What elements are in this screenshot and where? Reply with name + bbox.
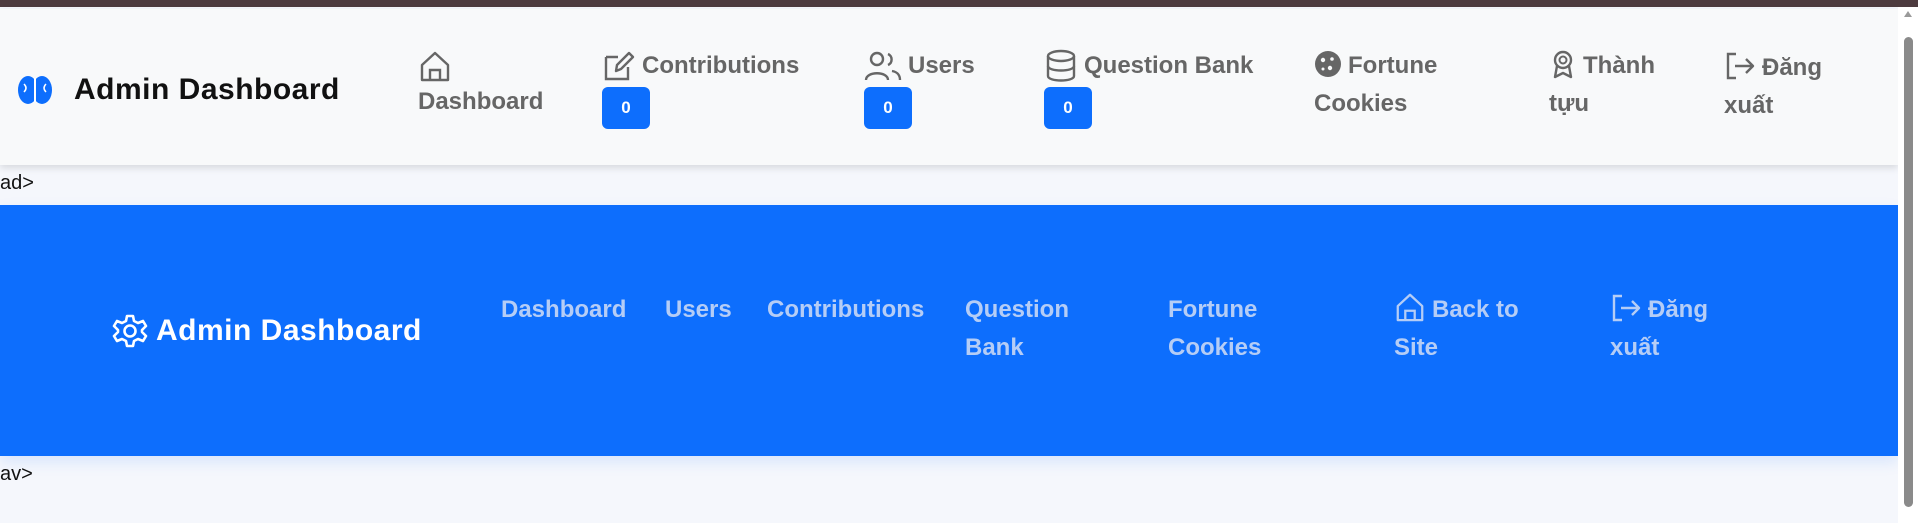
admin-nav-question-bank[interactable]: Question Bank	[965, 291, 1115, 367]
admin-nav-contributions[interactable]: Contributions	[767, 291, 924, 329]
admin-nav-fortune-cookies[interactable]: Fortune Cookies	[1168, 291, 1298, 367]
nav-item-users[interactable]: Users 0	[864, 47, 975, 129]
nav-item-fortune-cookies[interactable]: Fortune Cookies	[1314, 47, 1464, 123]
admin-nav-logout[interactable]: Đăng xuất	[1610, 291, 1740, 367]
scroll-up-arrow-icon[interactable]	[1904, 11, 1912, 17]
nav-item-achievements[interactable]: Thành tựu	[1549, 47, 1677, 123]
count-badge: 0	[602, 87, 650, 129]
nav-item-label: Users	[908, 52, 975, 79]
stray-text-2: av>	[0, 463, 33, 485]
admin-nav-users[interactable]: Users	[665, 291, 732, 329]
admin-navbar: Admin Dashboard Dashboard Users Contribu…	[0, 205, 1898, 456]
logout-icon	[1726, 52, 1755, 80]
nav-item-label: Dashboard	[418, 88, 544, 115]
people-icon	[864, 51, 902, 81]
top-navbar: Admin Dashboard Dashboard Contributions …	[0, 9, 1898, 165]
nav-item-label: Contributions	[642, 52, 800, 79]
admin-brand-link[interactable]: Admin Dashboard	[112, 313, 422, 349]
admin-nav-dashboard[interactable]: Dashboard	[501, 291, 626, 329]
nav-item-dashboard[interactable]: Dashboard	[418, 49, 543, 121]
admin-brand-title: Admin Dashboard	[156, 314, 422, 347]
count-badge: 0	[1044, 87, 1092, 129]
gear-icon	[112, 314, 148, 348]
nav-item-label: Question Bank	[1084, 52, 1254, 79]
nav-item-label: Fortune Cookies	[1168, 296, 1262, 361]
house-icon	[420, 51, 450, 82]
count-badge: 0	[864, 87, 912, 129]
admin-nav-back-to-site[interactable]: Back to Site	[1394, 291, 1554, 367]
house-icon	[1396, 293, 1424, 322]
brand-link[interactable]: Admin Dashboard	[18, 73, 340, 107]
nav-item-contributions[interactable]: Contributions 0	[602, 47, 799, 129]
nav-item-label: Dashboard	[501, 296, 627, 323]
vertical-scrollbar[interactable]	[1898, 7, 1918, 523]
nav-item-label: Users	[665, 296, 732, 323]
scrollbar-thumb[interactable]	[1904, 37, 1913, 507]
nav-item-question-bank[interactable]: Question Bank 0	[1044, 47, 1253, 129]
stray-text-1: ad>	[0, 172, 34, 194]
window-top-strip	[0, 0, 1918, 7]
brand-title: Admin Dashboard	[74, 73, 340, 106]
nav-item-label: Question Bank	[965, 296, 1070, 361]
pencil-square-icon	[604, 51, 635, 81]
nav-item-logout[interactable]: Đăng xuất	[1724, 49, 1854, 125]
brain-icon	[18, 76, 52, 104]
nav-item-label: Contributions	[767, 296, 925, 323]
database-icon	[1046, 49, 1076, 82]
cookie-icon	[1315, 51, 1341, 77]
logout-icon	[1612, 294, 1641, 322]
award-icon	[1553, 50, 1573, 79]
